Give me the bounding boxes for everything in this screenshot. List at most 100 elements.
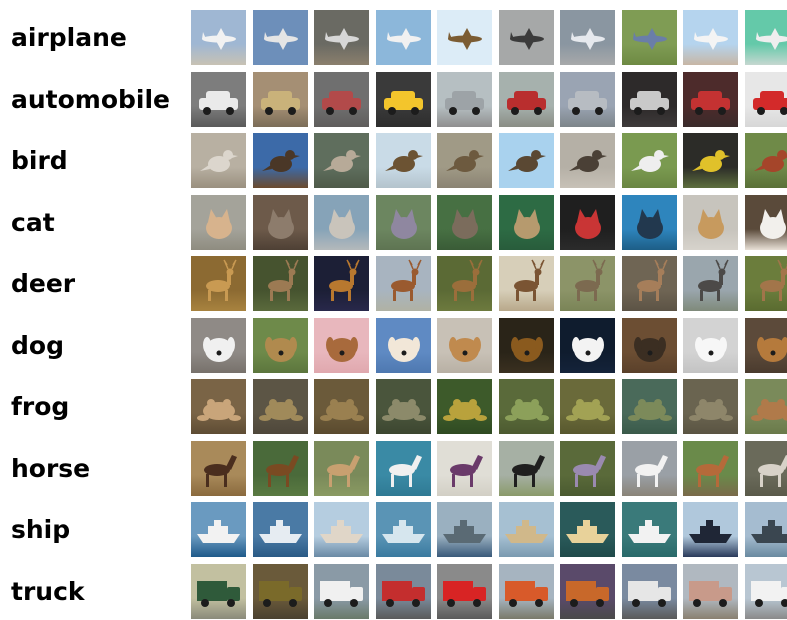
thumbnail-automobile	[499, 72, 554, 127]
class-row-automobile: automobile	[0, 72, 787, 128]
thumbnail-image	[437, 256, 492, 311]
thumbnail-image	[683, 379, 738, 434]
thumbnail-image	[191, 133, 246, 188]
thumbnail-truck	[376, 564, 431, 619]
thumbnail-dog	[622, 318, 677, 373]
thumbnail-image	[191, 256, 246, 311]
class-row-deer: deer	[0, 256, 787, 312]
thumbnail-image	[314, 256, 369, 311]
thumbnail-image	[499, 564, 554, 619]
thumbnail-image	[314, 133, 369, 188]
thumbnail-cat	[683, 195, 738, 250]
class-row-frog: frog	[0, 379, 787, 435]
thumbnail-airplane	[314, 10, 369, 65]
thumbnail-image	[622, 133, 677, 188]
class-row-dog: dog	[0, 318, 787, 374]
thumbnail-truck	[191, 564, 246, 619]
thumbnail-truck	[745, 564, 787, 619]
thumbnail-image	[437, 318, 492, 373]
thumbnail-bird	[683, 133, 738, 188]
thumbnail-image	[376, 441, 431, 496]
thumbnail-image	[253, 72, 308, 127]
thumbnail-frog	[314, 379, 369, 434]
thumbnail-image	[745, 10, 787, 65]
thumbnail-dog	[191, 318, 246, 373]
thumbnail-dog	[437, 318, 492, 373]
thumbnail-image	[499, 256, 554, 311]
thumbnail-image	[622, 256, 677, 311]
class-label: frog	[11, 379, 69, 435]
thumbnail-deer	[191, 256, 246, 311]
thumbnail-image	[376, 256, 431, 311]
thumbnail-image	[437, 72, 492, 127]
thumbnail-image	[683, 564, 738, 619]
thumbnail-cat	[745, 195, 787, 250]
thumbnail-dog	[745, 318, 787, 373]
thumbnail-automobile	[683, 72, 738, 127]
thumbnail-image	[683, 502, 738, 557]
thumbnail-dog	[560, 318, 615, 373]
thumbnail-image	[560, 379, 615, 434]
thumbnail-ship	[253, 502, 308, 557]
thumbnail-horse	[314, 441, 369, 496]
thumbnail-airplane	[560, 10, 615, 65]
thumbnail-horse	[376, 441, 431, 496]
thumbnail-airplane	[622, 10, 677, 65]
thumbnail-frog	[499, 379, 554, 434]
thumbnail-cat	[437, 195, 492, 250]
thumbnail-truck	[253, 564, 308, 619]
thumbnail-image	[437, 441, 492, 496]
thumbnail-image	[314, 10, 369, 65]
thumbnail-image	[683, 195, 738, 250]
thumbnail-ship	[191, 502, 246, 557]
thumbnail-image	[560, 441, 615, 496]
thumbnail-dog	[314, 318, 369, 373]
class-row-bird: bird	[0, 133, 787, 189]
thumbnail-automobile	[622, 72, 677, 127]
thumbnail-image	[376, 502, 431, 557]
thumbnail-frog	[437, 379, 492, 434]
thumbnail-horse	[683, 441, 738, 496]
thumbnail-frog	[622, 379, 677, 434]
thumbnail-image	[376, 564, 431, 619]
thumbnail-frog	[253, 379, 308, 434]
cifar10-class-grid: airplaneautomobilebirdcatdeerdogfroghors…	[0, 0, 787, 619]
thumbnail-ship	[437, 502, 492, 557]
thumbnail-dog	[683, 318, 738, 373]
thumbnail-truck	[499, 564, 554, 619]
thumbnail-image	[253, 195, 308, 250]
thumbnail-image	[437, 10, 492, 65]
class-label: ship	[11, 502, 70, 558]
thumbnail-ship	[314, 502, 369, 557]
thumbnail-airplane	[376, 10, 431, 65]
thumbnail-image	[499, 133, 554, 188]
thumbnail-image	[499, 10, 554, 65]
thumbnail-image	[253, 256, 308, 311]
thumbnail-image	[560, 256, 615, 311]
thumbnail-image	[191, 72, 246, 127]
thumbnail-image	[253, 502, 308, 557]
thumbnail-horse	[191, 441, 246, 496]
thumbnail-automobile	[191, 72, 246, 127]
thumbnail-truck	[314, 564, 369, 619]
thumbnail-image	[376, 379, 431, 434]
thumbnail-ship	[499, 502, 554, 557]
thumbnail-image	[622, 72, 677, 127]
class-row-horse: horse	[0, 441, 787, 497]
thumbnail-dog	[253, 318, 308, 373]
thumbnail-airplane	[499, 10, 554, 65]
thumbnail-truck	[622, 564, 677, 619]
thumbnail-image	[253, 10, 308, 65]
thumbnail-image	[314, 379, 369, 434]
thumbnail-horse	[499, 441, 554, 496]
thumbnail-bird	[499, 133, 554, 188]
thumbnail-image	[745, 502, 787, 557]
thumbnail-image	[314, 441, 369, 496]
thumbnail-image	[376, 195, 431, 250]
thumbnail-deer	[622, 256, 677, 311]
thumbnail-airplane	[683, 10, 738, 65]
thumbnail-image	[560, 318, 615, 373]
thumbnail-ship	[560, 502, 615, 557]
thumbnail-cat	[253, 195, 308, 250]
thumbnail-image	[499, 379, 554, 434]
